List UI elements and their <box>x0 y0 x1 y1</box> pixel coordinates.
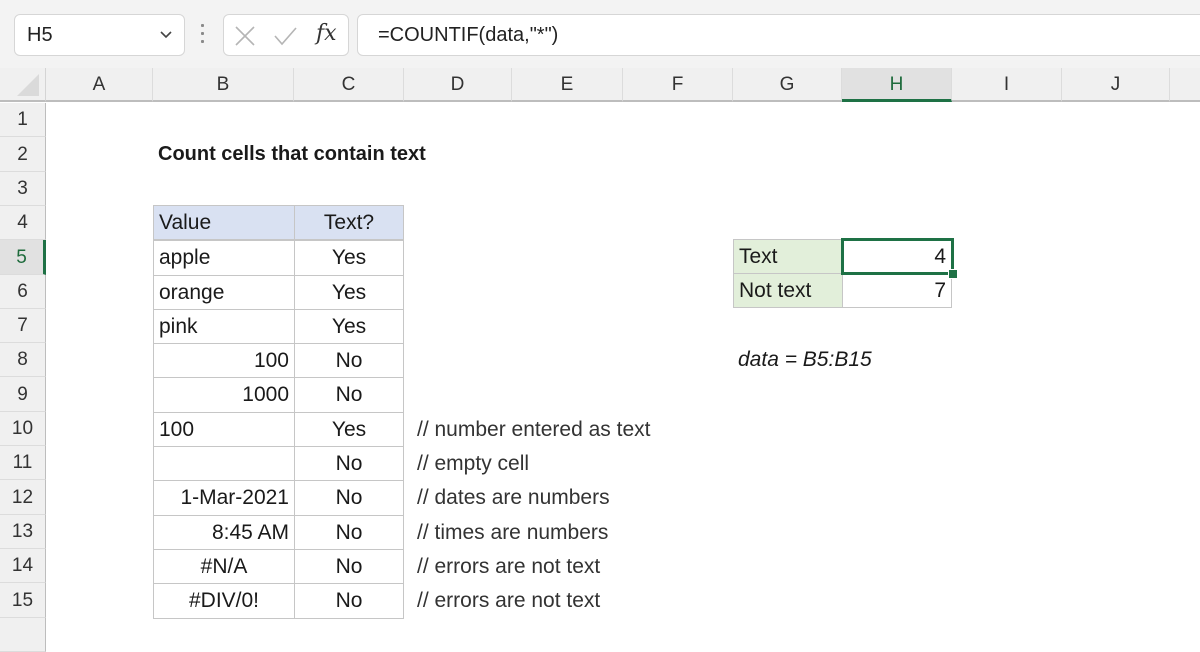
row-header-3[interactable]: 3 <box>0 172 46 206</box>
row-header-11[interactable]: 11 <box>0 446 46 480</box>
summary-value-not-text[interactable]: 7 <box>842 273 952 308</box>
table-cell-text[interactable]: No <box>294 480 404 516</box>
comment-note: // empty cell <box>417 451 530 475</box>
formula-buttons: fx <box>223 14 349 56</box>
row-header-12[interactable]: 12 <box>0 480 46 515</box>
row-header-4[interactable]: 4 <box>0 206 46 240</box>
row-header-10[interactable]: 10 <box>0 412 46 446</box>
summary-label-text[interactable]: Text <box>733 239 843 274</box>
column-header-b[interactable]: B <box>153 68 294 102</box>
comment-note: // number entered as text <box>417 417 651 441</box>
table-cell-text[interactable]: Yes <box>294 275 404 310</box>
name-box-value: H5 <box>27 24 53 46</box>
comment-note: // times are numbers <box>417 520 609 544</box>
table-cell-text[interactable]: Yes <box>294 240 404 276</box>
row-header-6[interactable]: 6 <box>0 275 46 309</box>
row-header-2[interactable]: 2 <box>0 137 46 172</box>
name-box[interactable]: H5 <box>14 14 185 56</box>
table-cell-value[interactable]: pink <box>153 309 295 344</box>
column-header-h[interactable]: H <box>842 68 952 102</box>
table-cell-value[interactable]: 1000 <box>153 377 295 413</box>
row-header-1[interactable]: 1 <box>0 103 46 137</box>
table-cell-value[interactable]: orange <box>153 275 295 310</box>
table-cell-value[interactable]: 8:45 AM <box>153 515 295 550</box>
table-cell-text[interactable]: Yes <box>294 309 404 344</box>
column-header-k[interactable] <box>1170 68 1200 102</box>
column-header-d[interactable]: D <box>404 68 512 102</box>
table-cell-text[interactable]: No <box>294 343 404 378</box>
column-header-j[interactable]: J <box>1062 68 1170 102</box>
column-header-i[interactable]: I <box>952 68 1062 102</box>
table-cell-value[interactable]: #DIV/0! <box>153 583 295 619</box>
column-header-f[interactable]: F <box>623 68 733 102</box>
select-all-corner[interactable] <box>0 68 46 102</box>
row-header-7[interactable]: 7 <box>0 309 46 343</box>
formula-input[interactable]: =COUNTIF(data,"*") <box>357 14 1200 56</box>
fx-icon[interactable]: fx <box>316 21 337 46</box>
formula-text: =COUNTIF(data,"*") <box>378 24 559 46</box>
table-cell-text[interactable]: No <box>294 377 404 413</box>
named-range-note: data = B5:B15 <box>738 348 872 371</box>
fill-handle[interactable] <box>948 269 958 279</box>
row-header-13[interactable]: 13 <box>0 515 46 549</box>
row-header-15[interactable]: 15 <box>0 583 46 618</box>
column-header-c[interactable]: C <box>294 68 404 102</box>
table-cell-text[interactable]: No <box>294 446 404 481</box>
formula-bar-area: H5 fx =COUNTIF(data,"*") <box>0 0 1200 68</box>
comment-note: // errors are not text <box>417 589 601 612</box>
table-cell-value[interactable]: 100 <box>153 412 295 447</box>
sheet-title: Count cells that contain text <box>158 142 426 165</box>
column-header-e[interactable]: E <box>512 68 623 102</box>
summary-value-text[interactable]: 4 <box>842 239 952 274</box>
table-header-value[interactable]: Value <box>153 205 295 240</box>
table-cell-value[interactable]: #N/A <box>153 549 295 584</box>
x-icon[interactable] <box>232 23 258 49</box>
chevron-down-icon[interactable] <box>158 27 174 43</box>
comment-note: // errors are not text <box>417 554 601 578</box>
table-cell-value[interactable] <box>153 446 295 481</box>
row-header-14[interactable]: 14 <box>0 549 46 583</box>
column-header-a[interactable]: A <box>46 68 153 102</box>
row-header-9[interactable]: 9 <box>0 377 46 412</box>
comment-note: // dates are numbers <box>417 486 610 509</box>
row-header-8[interactable]: 8 <box>0 343 46 377</box>
table-cell-value[interactable]: 100 <box>153 343 295 378</box>
check-icon[interactable] <box>272 23 298 49</box>
table-cell-value[interactable]: apple <box>153 240 295 276</box>
vertical-dots-icon[interactable] <box>201 24 205 46</box>
table-cell-text[interactable]: No <box>294 549 404 584</box>
row-header-16[interactable] <box>0 618 46 652</box>
table-cell-value[interactable]: 1-Mar-2021 <box>153 480 295 516</box>
table-cell-text[interactable]: Yes <box>294 412 404 447</box>
table-cell-text[interactable]: No <box>294 515 404 550</box>
column-header-g[interactable]: G <box>733 68 842 102</box>
table-cell-text[interactable]: No <box>294 583 404 619</box>
summary-label-not-text[interactable]: Not text <box>733 273 843 308</box>
table-header-text[interactable]: Text? <box>294 205 404 240</box>
row-header-5[interactable]: 5 <box>0 240 46 275</box>
